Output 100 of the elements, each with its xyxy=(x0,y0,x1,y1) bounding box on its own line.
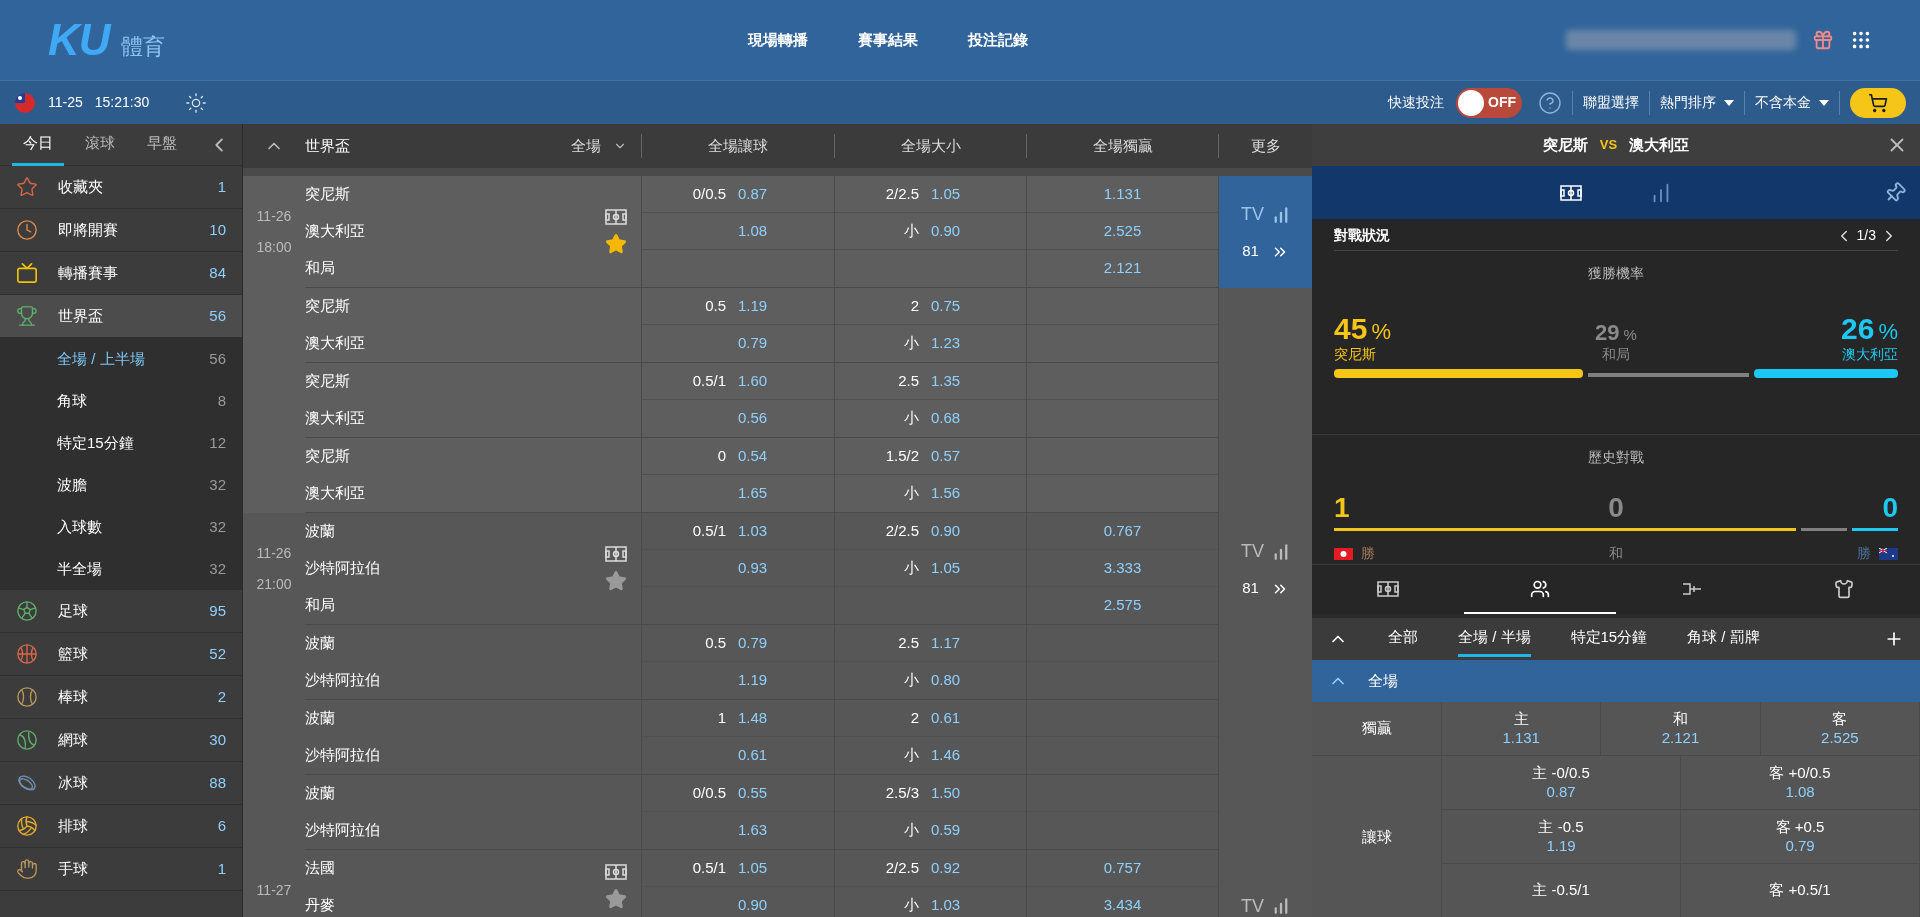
market-tab[interactable]: 全場 / 半場 xyxy=(1458,621,1531,657)
submenu-item[interactable]: 特定15分鐘 12 xyxy=(0,422,242,464)
filter-dropdown[interactable]: 聯盟選擇 xyxy=(1583,92,1639,113)
odds-cell[interactable]: 主 -0/0.5 0.87 xyxy=(1442,756,1681,809)
odds-value[interactable]: 0.757 xyxy=(1103,856,1142,880)
odds-value[interactable]: 3.434 xyxy=(1103,894,1142,917)
sun-icon[interactable] xyxy=(185,91,208,114)
team-name: 和局 xyxy=(305,595,335,616)
odds-value[interactable]: 1.03 xyxy=(738,519,768,543)
odds-value[interactable]: 0.90 xyxy=(931,219,961,243)
odds-value[interactable]: 1.19 xyxy=(738,669,768,692)
odds-value[interactable]: 0.79 xyxy=(738,332,768,355)
odds-cell[interactable]: 客 +0/0.5 1.08 xyxy=(1681,756,1920,809)
odds-value[interactable]: 1.19 xyxy=(738,294,768,318)
odds-cell[interactable]: 和 2.121 xyxy=(1601,702,1761,755)
odds-value[interactable]: 0.61 xyxy=(931,706,961,730)
stats-icon[interactable] xyxy=(1272,897,1290,915)
filter-dropdown[interactable]: 不含本金 xyxy=(1755,92,1829,113)
help-icon[interactable] xyxy=(1538,90,1562,115)
odds-value[interactable]: 0.90 xyxy=(931,519,961,543)
odds-value[interactable]: 0.57 xyxy=(931,444,961,468)
odds-cell[interactable]: 主 1.131 xyxy=(1442,702,1602,755)
odds-value[interactable]: 0.75 xyxy=(931,294,961,318)
flag-icon xyxy=(14,91,36,114)
market-tab[interactable]: 角球 / 罰牌 xyxy=(1687,621,1760,657)
odds-value[interactable]: 0.55 xyxy=(738,781,768,805)
sidebar-item[interactable]: 世界盃 56 xyxy=(0,295,242,338)
odds-value[interactable]: 1.05 xyxy=(931,556,961,580)
odds-value[interactable]: 0.87 xyxy=(738,182,768,206)
stats-icon[interactable] xyxy=(1272,542,1290,561)
cart-button[interactable] xyxy=(1850,87,1906,118)
sidebar-tab[interactable]: 滾球 xyxy=(73,124,126,166)
submenu-item[interactable]: 半全場 32 xyxy=(0,548,242,590)
odds-value[interactable]: 1.65 xyxy=(738,482,768,505)
sidebar-tab[interactable]: 早盤 xyxy=(135,124,188,166)
pitch-icon[interactable] xyxy=(604,864,628,880)
odds-value[interactable]: 0.59 xyxy=(931,819,961,842)
submenu-item[interactable]: 波膽 32 xyxy=(0,464,242,506)
odds-value[interactable]: 1.48 xyxy=(738,706,768,730)
odds-value[interactable]: 0.54 xyxy=(738,444,768,468)
tv-panel[interactable]: TV xyxy=(1219,850,1312,917)
favorite-star-icon[interactable] xyxy=(605,569,627,592)
nav-link[interactable]: 現場轉播 xyxy=(748,28,808,52)
odds-value[interactable]: 0.79 xyxy=(738,631,768,655)
odds-value[interactable]: 1.63 xyxy=(738,819,768,842)
odds-value[interactable]: 1.46 xyxy=(931,744,961,767)
nav-link[interactable]: 賽事結果 xyxy=(858,28,918,52)
market-tab[interactable]: 全部 xyxy=(1388,621,1418,657)
nav-link[interactable]: 投注記錄 xyxy=(968,28,1028,52)
period-dropdown[interactable]: 全場 xyxy=(571,134,627,158)
odds-value[interactable]: 1.131 xyxy=(1103,182,1142,206)
odds-value[interactable]: 0.93 xyxy=(738,556,768,580)
odds-value[interactable]: 0.90 xyxy=(738,894,768,917)
apps-grid-icon[interactable] xyxy=(1850,29,1872,51)
odds-value[interactable]: 0.767 xyxy=(1103,519,1142,543)
odds-value[interactable]: 2.575 xyxy=(1103,594,1142,617)
odds-value[interactable]: 3.333 xyxy=(1103,556,1142,580)
market-tab[interactable]: 特定15分鐘 xyxy=(1570,621,1648,657)
odds-value[interactable]: 0.68 xyxy=(931,407,961,430)
section-header[interactable]: 全場 xyxy=(1312,660,1920,702)
column-header: 全場讓球 xyxy=(708,135,768,156)
gift-icon[interactable] xyxy=(1812,29,1834,51)
odds-cell[interactable]: 主 -0.5/1 xyxy=(1442,864,1681,917)
odds-value[interactable]: 0.56 xyxy=(738,407,768,430)
submenu-item[interactable]: 角球 8 xyxy=(0,380,242,422)
favorite-star-icon[interactable] xyxy=(605,888,627,910)
odds-value[interactable]: 0.61 xyxy=(738,744,768,767)
odds-cell[interactable]: 客 +0.5 0.79 xyxy=(1681,810,1920,863)
flag-icon xyxy=(1879,547,1898,560)
odds-cell[interactable]: 客 +0.5/1 xyxy=(1681,864,1920,917)
pitch-icon[interactable] xyxy=(604,545,628,562)
odds-cell[interactable]: 主 -0.5 1.19 xyxy=(1442,810,1681,863)
quick-bet-toggle[interactable]: OFF xyxy=(1456,87,1522,118)
odds-value[interactable]: 1.05 xyxy=(931,182,961,206)
submenu-item[interactable]: 全場 / 上半場 56 xyxy=(0,338,242,380)
logo[interactable]: KU xyxy=(48,18,110,62)
quick-bet-label: 快速投注 xyxy=(1388,93,1444,112)
team-name: 突尼斯 xyxy=(305,446,350,467)
tv-panel[interactable]: TV 81 xyxy=(1219,176,1312,288)
caret-icon xyxy=(1724,99,1734,106)
stats-icon[interactable] xyxy=(1272,205,1290,224)
odds-value[interactable]: 1.35 xyxy=(931,369,961,393)
submenu-item[interactable]: 入球數 32 xyxy=(0,506,242,548)
odds-value[interactable]: 1.05 xyxy=(738,856,768,880)
tv-panel[interactable]: TV 81 xyxy=(1219,513,1312,625)
odds-value[interactable]: 2.121 xyxy=(1103,257,1142,280)
odds-value[interactable]: 0.92 xyxy=(931,856,961,880)
filter-dropdown[interactable]: 熱門排序 xyxy=(1660,92,1734,113)
odds-cell[interactable]: 客 2.525 xyxy=(1760,702,1920,755)
odds-value[interactable]: 1.60 xyxy=(738,369,768,393)
odds-value[interactable]: 1.03 xyxy=(931,894,961,917)
odds-value[interactable]: 1.56 xyxy=(931,482,961,505)
odds-value[interactable]: 0.80 xyxy=(931,669,961,692)
favorite-star-icon[interactable] xyxy=(605,232,627,255)
odds-value[interactable]: 1.23 xyxy=(931,332,961,355)
odds-value[interactable]: 2.525 xyxy=(1103,219,1142,243)
odds-value[interactable]: 1.08 xyxy=(738,219,768,243)
pitch-icon[interactable] xyxy=(604,208,628,225)
odds-value[interactable]: 1.50 xyxy=(931,781,961,805)
odds-value[interactable]: 1.17 xyxy=(931,631,961,655)
